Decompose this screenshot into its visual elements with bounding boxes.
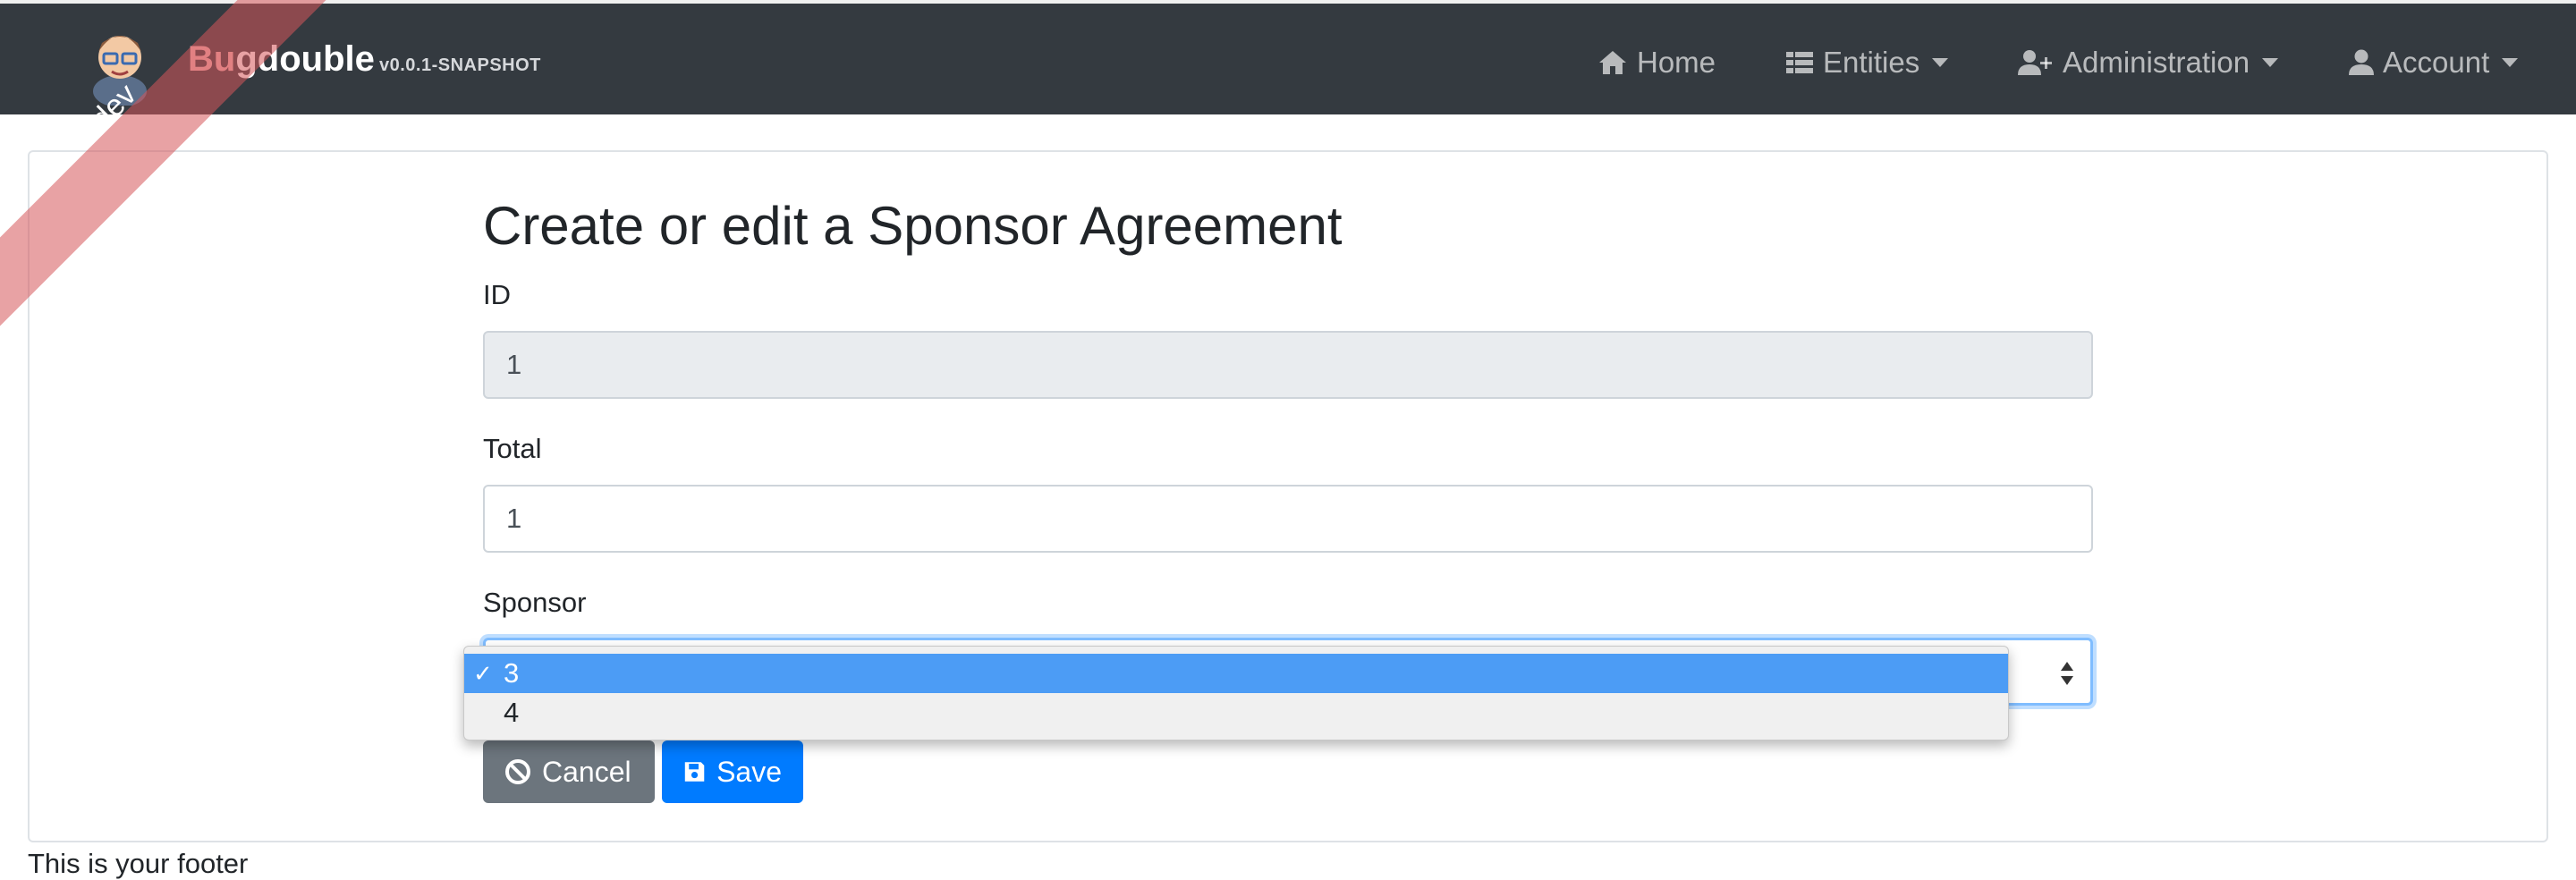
home-icon — [1599, 51, 1626, 74]
cancel-label: Cancel — [542, 755, 631, 788]
sponsor-option-3[interactable]: ✓ 3 — [464, 654, 2008, 693]
nav-account[interactable]: Account — [2349, 43, 2519, 82]
nav-entities-label: Entities — [1823, 46, 1920, 79]
save-icon — [684, 762, 705, 782]
save-button[interactable]: Save — [662, 740, 803, 803]
nav-home-label: Home — [1637, 46, 1716, 79]
nav-home[interactable]: Home — [1597, 43, 1716, 82]
chevron-down-icon — [2262, 58, 2279, 67]
nav-administration[interactable]: Administration — [2018, 43, 2279, 82]
brand-name: gdouble — [235, 39, 375, 79]
user-icon — [2349, 49, 2374, 75]
sponsor-dropdown: ✓ 3 4 — [463, 646, 2009, 740]
total-label: Total — [483, 433, 542, 464]
chevron-down-icon — [2502, 58, 2519, 67]
sponsor-option-4[interactable]: 4 — [464, 693, 2008, 732]
check-icon: ✓ — [473, 660, 493, 687]
nav-administration-label: Administration — [2063, 46, 2250, 79]
footer-text: This is your footer — [28, 848, 249, 879]
total-field[interactable] — [483, 485, 2093, 553]
brand-title[interactable]: Bugdouble — [188, 39, 375, 80]
nav-account-label: Account — [2383, 46, 2490, 79]
chevron-down-icon — [1932, 58, 1949, 67]
user-plus-icon — [2018, 50, 2052, 75]
brand-prefix: Bu — [188, 39, 236, 79]
avatar[interactable] — [86, 20, 154, 106]
page-title: Create or edit a Sponsor Agreement — [483, 196, 1343, 256]
save-label: Save — [716, 755, 782, 788]
id-label: ID — [483, 279, 511, 310]
navbar: Bugdouble v0.0.1-SNAPSHOT Home Entities … — [0, 0, 2576, 114]
cancel-button[interactable]: Cancel — [483, 740, 655, 803]
option-label: 3 — [504, 657, 520, 689]
list-icon — [1786, 52, 1813, 73]
nav-entities[interactable]: Entities — [1785, 43, 1949, 82]
option-label: 4 — [504, 697, 520, 728]
ban-icon — [505, 759, 530, 784]
select-arrows-icon — [2061, 662, 2073, 685]
sponsor-label: Sponsor — [483, 587, 587, 618]
version-label: v0.0.1-SNAPSHOT — [379, 55, 541, 75]
id-field[interactable] — [483, 331, 2093, 399]
